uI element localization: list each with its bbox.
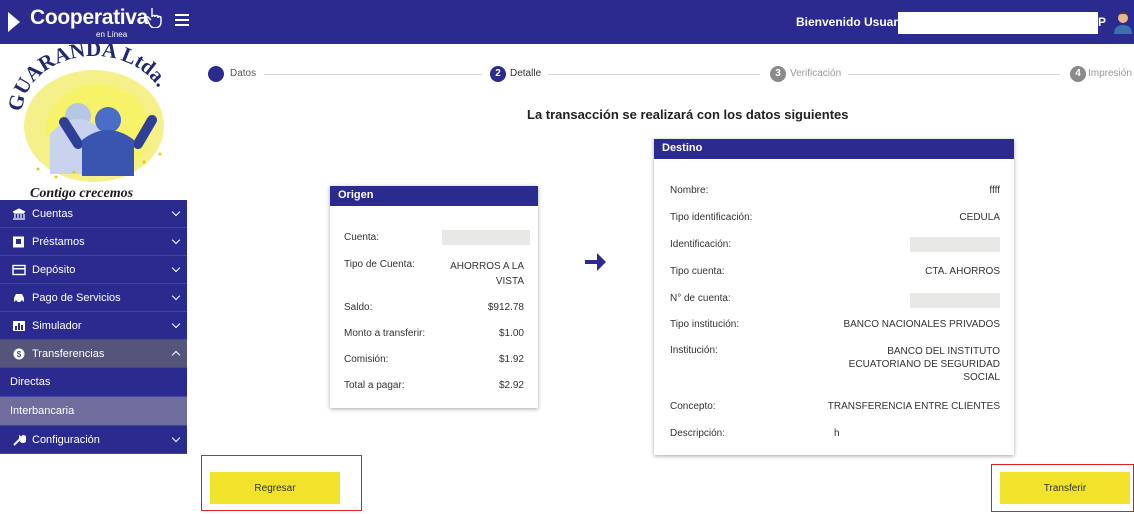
card-icon xyxy=(12,264,26,275)
menu-item-transferencias[interactable]: $ Transferencias xyxy=(0,340,187,368)
menu-item-label: Simulador xyxy=(32,319,82,332)
origin-value: AHORROS A LA VISTA xyxy=(450,261,524,287)
destination-label: Nombre: xyxy=(670,185,709,196)
menu-item-deposito[interactable]: Depósito xyxy=(0,256,187,284)
chevron-down-icon xyxy=(171,433,181,443)
menu-item-label: Depósito xyxy=(32,263,76,276)
hand-pointer-icon xyxy=(146,8,162,28)
arrow-right-icon xyxy=(585,253,606,271)
destination-label: Institución: xyxy=(670,345,718,356)
destination-card: Destino Nombre: ffff Tipo identificación… xyxy=(654,139,1014,455)
origin-label: Saldo: xyxy=(344,302,373,313)
progress-stepper: Datos 2 Detalle 3 Verificación 4 Impresi… xyxy=(208,66,1134,84)
dollar-circle-icon: $ xyxy=(13,348,25,359)
destination-label: Tipo identificación: xyxy=(670,212,753,223)
menu-item-label: Transferencias xyxy=(32,347,105,360)
submenu-item-interbancaria[interactable]: Interbancaria xyxy=(0,397,187,426)
page-title: La transacción se realizará con los dato… xyxy=(527,107,849,122)
destination-value: TRANSFERENCIA ENTRE CLIENTES xyxy=(827,401,1000,412)
step-connector xyxy=(264,74,482,75)
step-3-dot: 3 xyxy=(770,66,786,82)
identification-redaction xyxy=(910,237,1000,252)
destination-value: h xyxy=(834,428,840,439)
origin-label: Tipo de Cuenta: xyxy=(344,259,415,270)
logo-graphic: GUARANDA Ltda. xyxy=(3,37,174,182)
destination-value: CEDULA xyxy=(959,212,1000,223)
destination-label: Tipo cuenta: xyxy=(670,266,725,277)
origin-label: Total a pagar: xyxy=(344,380,405,391)
top-bar: Cooperativa en Línea Bienvenido Usuario:… xyxy=(0,0,1134,44)
chart-icon xyxy=(13,320,25,331)
back-button[interactable]: Regresar xyxy=(210,472,340,504)
destination-value: BANCO DEL INSTITUTO ECUATORIANO DE SEGUR… xyxy=(848,346,1000,383)
menu-item-configuracion[interactable]: Configuración xyxy=(0,426,187,454)
brand-subtitle: en Línea xyxy=(96,30,128,39)
origin-card: Origen Cuenta: Tipo de Cuenta: AHORROS A… xyxy=(330,186,538,408)
step-1-label: Datos xyxy=(230,68,257,79)
origin-label: Cuenta: xyxy=(344,232,380,243)
avatar[interactable] xyxy=(1112,10,1134,34)
menu-item-cuentas[interactable]: Cuentas xyxy=(0,200,187,228)
step-1-dot xyxy=(208,66,224,82)
car-icon xyxy=(14,293,24,303)
origin-label: Comisión: xyxy=(344,354,389,365)
destination-label: Descripción: xyxy=(670,428,726,439)
account-number-redaction xyxy=(910,293,1000,308)
menu-toggle-icon[interactable] xyxy=(175,14,189,26)
destination-card-title: Destino xyxy=(654,139,1014,159)
svg-text:$: $ xyxy=(17,350,22,359)
logo-arrow-icon xyxy=(8,12,20,32)
step-connector xyxy=(848,74,1060,75)
account-redaction xyxy=(442,230,530,245)
sidebar: GUARANDA Ltda. Contigo crecemos Cuentas … xyxy=(0,37,187,514)
document-icon xyxy=(13,236,24,247)
step-2-dot: 2 xyxy=(490,66,506,82)
menu-item-label: Cuentas xyxy=(32,207,73,220)
destination-label: Tipo institución: xyxy=(670,319,740,330)
side-menu: Cuentas Préstamos Depósito Pago de Servi… xyxy=(0,200,187,454)
chevron-down-icon xyxy=(171,291,181,301)
destination-label: Concepto: xyxy=(670,401,716,412)
step-connector xyxy=(548,74,760,75)
chevron-down-icon xyxy=(171,235,181,245)
origin-value: $912.78 xyxy=(487,302,524,313)
origin-value: $1.00 xyxy=(498,328,524,339)
destination-label: Identificación: xyxy=(670,239,732,250)
destination-value: CTA. AHORROS xyxy=(925,266,1000,277)
transfer-button[interactable]: Transferir xyxy=(1000,472,1130,504)
step-2-label: Detalle xyxy=(510,68,542,79)
origin-card-title: Origen xyxy=(330,186,538,206)
wrench-icon xyxy=(13,434,26,446)
chevron-down-icon xyxy=(171,263,181,273)
menu-item-simulador[interactable]: Simulador xyxy=(0,312,187,340)
chevron-up-icon xyxy=(171,350,181,360)
step-3-label: Verificación xyxy=(790,68,842,79)
origin-value: $1.92 xyxy=(498,354,524,365)
chevron-down-icon xyxy=(171,207,181,217)
origin-label: Monto a transferir: xyxy=(344,328,426,339)
menu-item-label: Configuración xyxy=(32,433,100,446)
menu-item-label: Préstamos xyxy=(32,235,85,248)
step-4-label: Impresión xyxy=(1088,68,1132,79)
cooperative-logo: GUARANDA Ltda. Contigo crecemos xyxy=(0,37,187,201)
step-4-dot: 4 xyxy=(1070,66,1086,82)
brand-name: Cooperativa xyxy=(30,6,149,29)
destination-value: ffff xyxy=(989,185,1000,196)
destination-value: BANCO NACIONALES PRIVADOS xyxy=(843,319,1000,330)
chevron-down-icon xyxy=(171,319,181,329)
bank-icon xyxy=(12,207,26,220)
menu-item-prestamos[interactable]: Préstamos xyxy=(0,228,187,256)
welcome-tail: P xyxy=(1098,15,1107,29)
menu-item-label: Pago de Servicios xyxy=(32,291,121,304)
menu-item-pago-servicios[interactable]: Pago de Servicios xyxy=(0,284,187,312)
submenu-item-directas[interactable]: Directas xyxy=(0,368,187,397)
origin-value: $2.92 xyxy=(498,380,524,391)
username-redaction xyxy=(898,12,1098,34)
destination-label: N° de cuenta: xyxy=(670,293,731,304)
